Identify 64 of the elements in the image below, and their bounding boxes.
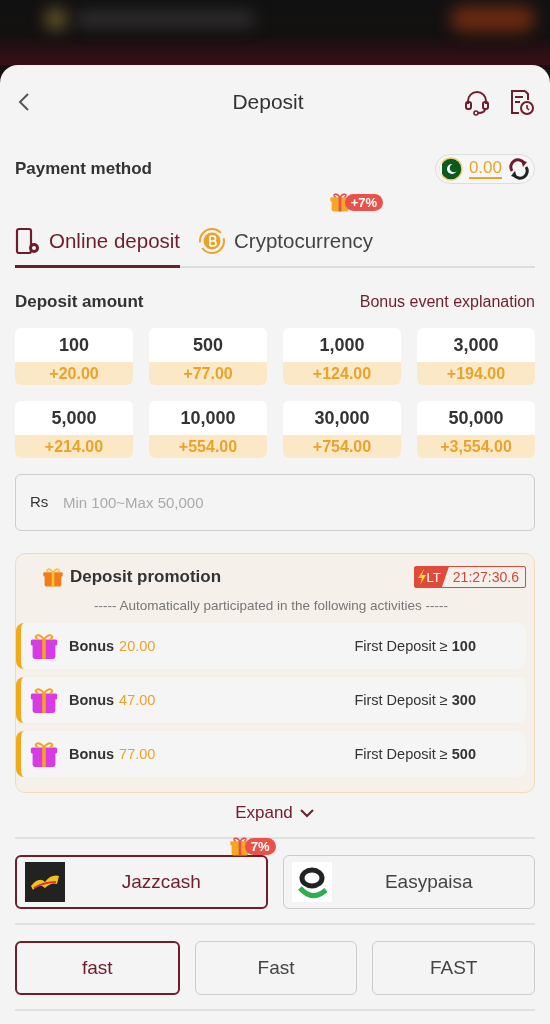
bonus-value: +77.00 (149, 362, 267, 385)
bonus-value: +124.00 (283, 362, 401, 385)
bonus-amount: 77.00 (119, 746, 156, 762)
phone-icon (15, 227, 41, 255)
speed-option[interactable]: fast (15, 941, 180, 995)
countdown-timer: LT 21:27:30.6 (413, 566, 526, 588)
headset-icon[interactable] (463, 88, 491, 116)
refresh-icon[interactable] (508, 158, 530, 180)
amount-option[interactable]: 500 +77.00 (149, 328, 267, 385)
bonus-value: +214.00 (15, 435, 133, 458)
amount-option[interactable]: 50,000 +3,554.00 (417, 401, 535, 458)
payment-channel[interactable]: Easypaisa (282, 855, 535, 909)
gift-icon (29, 631, 59, 661)
section-label: Payment method (15, 159, 152, 179)
promotion-title: Deposit promotion (70, 567, 222, 587)
easypaisa-logo-icon (291, 862, 332, 902)
bonus-amount: 47.00 (119, 692, 156, 708)
expand-button[interactable]: Expand (235, 803, 315, 823)
deposit-condition: First Deposit ≥ 300 (354, 692, 476, 708)
bonus-value: +554.00 (149, 435, 267, 458)
amount-value: 500 (191, 333, 224, 357)
amount-value: 3,000 (452, 333, 500, 357)
amount-value: 5,000 (50, 406, 98, 430)
coin-icon (198, 227, 227, 255)
payment-channel[interactable]: Jazzcash (15, 855, 268, 909)
amount-option[interactable]: 1,000 +124.00 (283, 328, 401, 385)
gift-icon (29, 739, 59, 769)
speed-option[interactable]: Fast (194, 941, 358, 995)
bonus-value: +194.00 (417, 362, 535, 385)
balance-amount: 0.00 (468, 159, 502, 179)
jazzcash-logo-icon (25, 862, 65, 902)
flag-icon (438, 157, 463, 181)
promotion-subtitle: ----- Automatically participated in the following activities ----- (92, 598, 450, 613)
amount-option[interactable]: 3,000 +194.00 (417, 328, 535, 385)
currency-label: Rs (30, 493, 49, 510)
deposit-condition: First Deposit ≥ 100 (354, 638, 476, 654)
gift-icon (42, 566, 64, 588)
chevron-down-icon (298, 807, 315, 819)
page-title: Deposit (231, 90, 305, 114)
amount-option[interactable]: 100 +20.00 (15, 328, 133, 385)
amount-value: 10,000 (179, 406, 237, 430)
bonus-value: +20.00 (15, 362, 133, 385)
amount-value: 30,000 (313, 406, 371, 430)
amount-value: 100 (57, 333, 90, 357)
lightning-icon (416, 569, 427, 585)
promo-badge: +7% (344, 193, 384, 211)
deposit-condition: First Deposit ≥ 500 (354, 746, 476, 762)
amount-value: 50,000 (447, 406, 505, 430)
bonus-value: +754.00 (283, 435, 401, 458)
bonus-label: Bonus (69, 692, 115, 708)
bonus-explanation-link[interactable]: Bonus event explanation (359, 293, 535, 311)
gift-icon (29, 685, 59, 715)
amount-option[interactable]: 30,000 +754.00 (283, 401, 401, 458)
amount-value: 1,000 (318, 333, 366, 357)
section-label: Deposit amount (15, 292, 144, 312)
bonus-label: Bonus (69, 746, 115, 762)
amount-option[interactable]: 10,000 +554.00 (149, 401, 267, 458)
payment-tab[interactable]: Cryptocurrency (198, 219, 374, 268)
bonus-value: +3,554.00 (417, 435, 535, 458)
bonus-amount: 20.00 (119, 638, 156, 654)
speed-option[interactable]: FAST (372, 941, 535, 995)
payment-tab[interactable]: Online deposit (15, 219, 181, 268)
bonus-label: Bonus (69, 638, 115, 654)
amount-option[interactable]: 5,000 +214.00 (15, 401, 133, 458)
